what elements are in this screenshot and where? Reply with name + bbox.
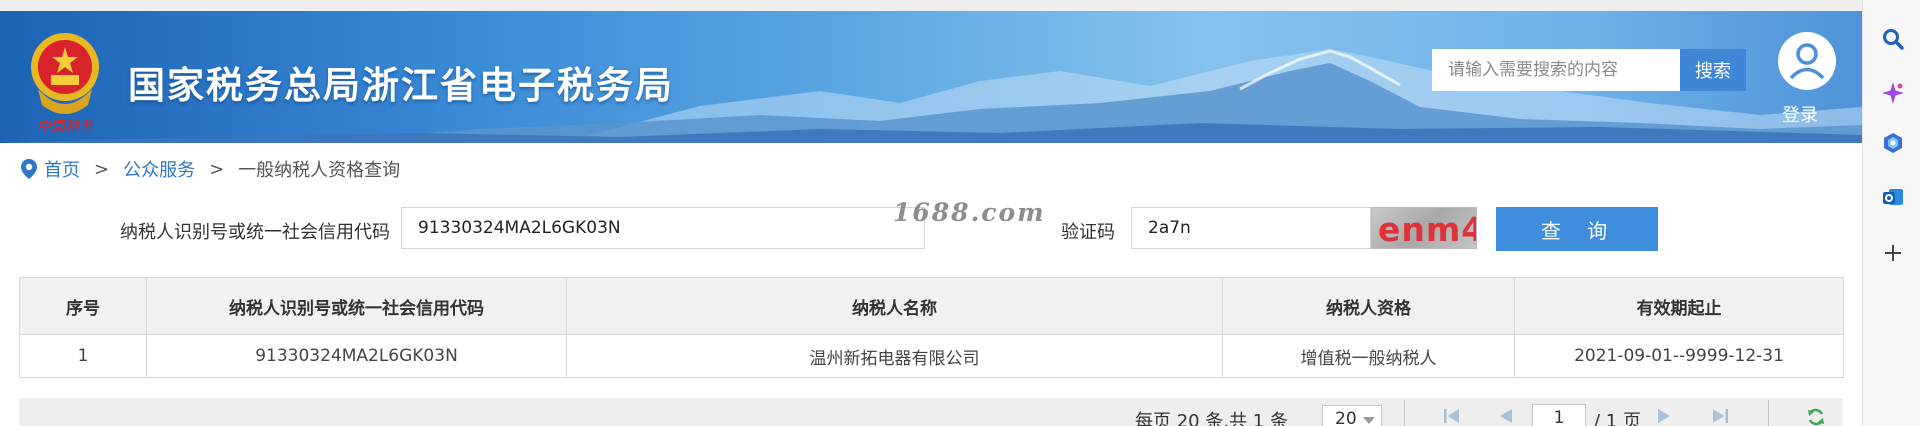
location-pin-icon (21, 159, 37, 179)
breadcrumb-current: 一般纳税人资格查询 (238, 160, 401, 181)
table-header-row: 序号 纳税人识别号或统一社会信用代码 纳税人名称 纳税人资格 有效期起止 (19, 277, 1844, 335)
column-header-index: 序号 (19, 277, 147, 335)
last-page-icon[interactable] (1710, 407, 1730, 425)
pagination-summary: 每页 20 条,共 1 条 (1135, 411, 1288, 426)
login-link[interactable]: 登录 (1782, 101, 1818, 127)
cell-tax-id: 91330324MA2L6GK03N (146, 334, 567, 378)
captcha-label: 验证码 (1061, 222, 1115, 243)
copilot-icon[interactable] (1881, 81, 1905, 105)
breadcrumb-separator: > (209, 158, 225, 180)
captcha-input[interactable] (1131, 207, 1371, 249)
add-icon[interactable] (1881, 241, 1905, 265)
browser-side-panel (1862, 0, 1920, 426)
user-avatar-icon[interactable] (1777, 31, 1837, 91)
refresh-icon[interactable] (1806, 407, 1826, 426)
page-size-select[interactable]: 20 (1322, 405, 1382, 426)
page: 中国税务 国家税务总局浙江省电子税务局 搜索 登录 首页 > 公众服务 > 一般… (0, 0, 1862, 426)
result-table: 序号 纳税人识别号或统一社会信用代码 纳税人名称 纳税人资格 有效期起止 1 9… (19, 277, 1844, 378)
site-search-input[interactable] (1432, 49, 1680, 91)
top-strip (0, 0, 1862, 11)
table-row: 1 91330324MA2L6GK03N 温州新拓电器有限公司 增值税一般纳税人… (19, 334, 1844, 378)
tax-emblem-logo: 中国税务 (31, 33, 99, 135)
header-search: 搜索 (1432, 49, 1747, 91)
column-header-tax-id: 纳税人识别号或统一社会信用代码 (146, 277, 567, 335)
cell-index: 1 (19, 334, 147, 378)
page-total: / 1 页 (1594, 411, 1641, 426)
cell-taxpayer-name: 温州新拓电器有限公司 (566, 334, 1223, 378)
next-page-icon[interactable] (1655, 407, 1673, 425)
chevron-down-icon (1363, 417, 1375, 424)
tax-id-label: 纳税人识别号或统一社会信用代码 (120, 222, 390, 243)
search-icon[interactable] (1881, 27, 1905, 51)
site-title: 国家税务总局浙江省电子税务局 (128, 64, 674, 107)
breadcrumb-public-service-link[interactable]: 公众服务 (123, 156, 195, 182)
previous-page-icon[interactable] (1497, 407, 1515, 425)
emblem-caption: 中国税务 (37, 119, 94, 135)
watermark-text: 1688.com (893, 198, 1046, 227)
page-number-input[interactable] (1532, 404, 1586, 426)
pagination-divider (1768, 400, 1769, 426)
breadcrumb-separator: > (94, 158, 110, 180)
captcha-image-text: enm4 (1378, 210, 1477, 249)
first-page-icon[interactable] (1442, 407, 1462, 425)
breadcrumb: 首页 > 公众服务 > 一般纳税人资格查询 (20, 156, 400, 182)
cell-qualification: 增值税一般纳税人 (1222, 334, 1515, 378)
tax-id-input[interactable] (401, 207, 925, 249)
query-button[interactable]: 查 询 (1496, 207, 1658, 251)
outlook-icon[interactable] (1881, 185, 1905, 209)
captcha-image[interactable]: enm4 (1371, 207, 1477, 249)
breadcrumb-home-link[interactable]: 首页 (44, 156, 80, 182)
column-header-validity: 有效期起止 (1514, 277, 1844, 335)
page-size-value: 20 (1335, 409, 1357, 426)
pagination-divider (1404, 400, 1405, 426)
column-header-qualification: 纳税人资格 (1222, 277, 1515, 335)
site-header: 中国税务 国家税务总局浙江省电子税务局 搜索 登录 (0, 11, 1862, 143)
sparkle-app-icon[interactable] (1881, 131, 1905, 155)
column-header-taxpayer-name: 纳税人名称 (566, 277, 1223, 335)
cell-validity: 2021-09-01--9999-12-31 (1514, 334, 1844, 378)
site-search-button[interactable]: 搜索 (1680, 49, 1746, 91)
